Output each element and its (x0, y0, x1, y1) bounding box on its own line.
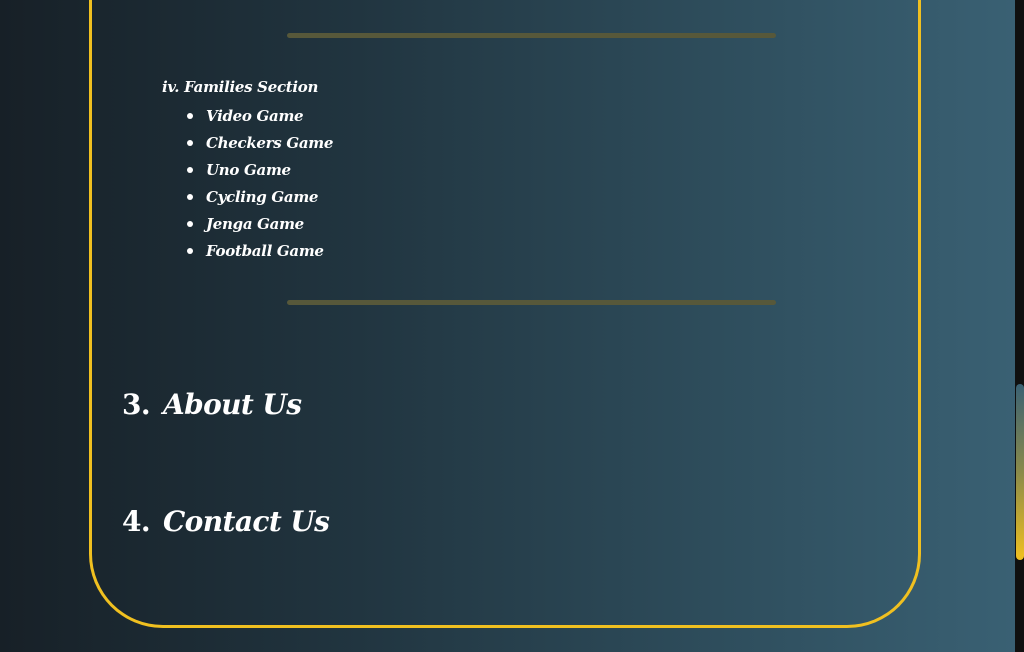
heading-label: About Us (163, 388, 302, 421)
heading-number: 4. (122, 505, 151, 538)
game-label: Football Game (206, 242, 324, 260)
list-item[interactable]: Football Game (187, 239, 333, 266)
list-item[interactable]: Cycling Game (187, 185, 333, 212)
game-label: Jenga Game (206, 215, 304, 233)
divider-bottom (287, 300, 776, 305)
list-item[interactable]: Jenga Game (187, 212, 333, 239)
bullet-icon (187, 140, 193, 146)
list-item[interactable]: Video Game (187, 104, 333, 131)
bullet-icon (187, 248, 193, 254)
bullet-icon (187, 113, 193, 119)
game-label: Uno Game (206, 161, 291, 179)
divider-top (287, 33, 776, 38)
list-item[interactable]: Uno Game (187, 158, 333, 185)
game-label: Video Game (206, 107, 304, 125)
families-game-list: Video Game Checkers Game Uno Game Cyclin… (187, 104, 334, 266)
about-us-heading[interactable]: 3. About Us (122, 388, 302, 421)
scrollbar-thumb[interactable] (1016, 384, 1024, 560)
heading-label: Contact Us (163, 505, 330, 538)
contact-us-heading[interactable]: 4. Contact Us (122, 505, 330, 538)
game-label: Checkers Game (206, 134, 334, 152)
list-item[interactable]: Checkers Game (187, 131, 334, 158)
bullet-icon (187, 194, 193, 200)
bullet-icon (187, 221, 193, 227)
bullet-icon (187, 167, 193, 173)
heading-number: 3. (122, 388, 151, 421)
game-label: Cycling Game (206, 188, 319, 206)
families-section-title: iv. Families Section (162, 78, 319, 96)
